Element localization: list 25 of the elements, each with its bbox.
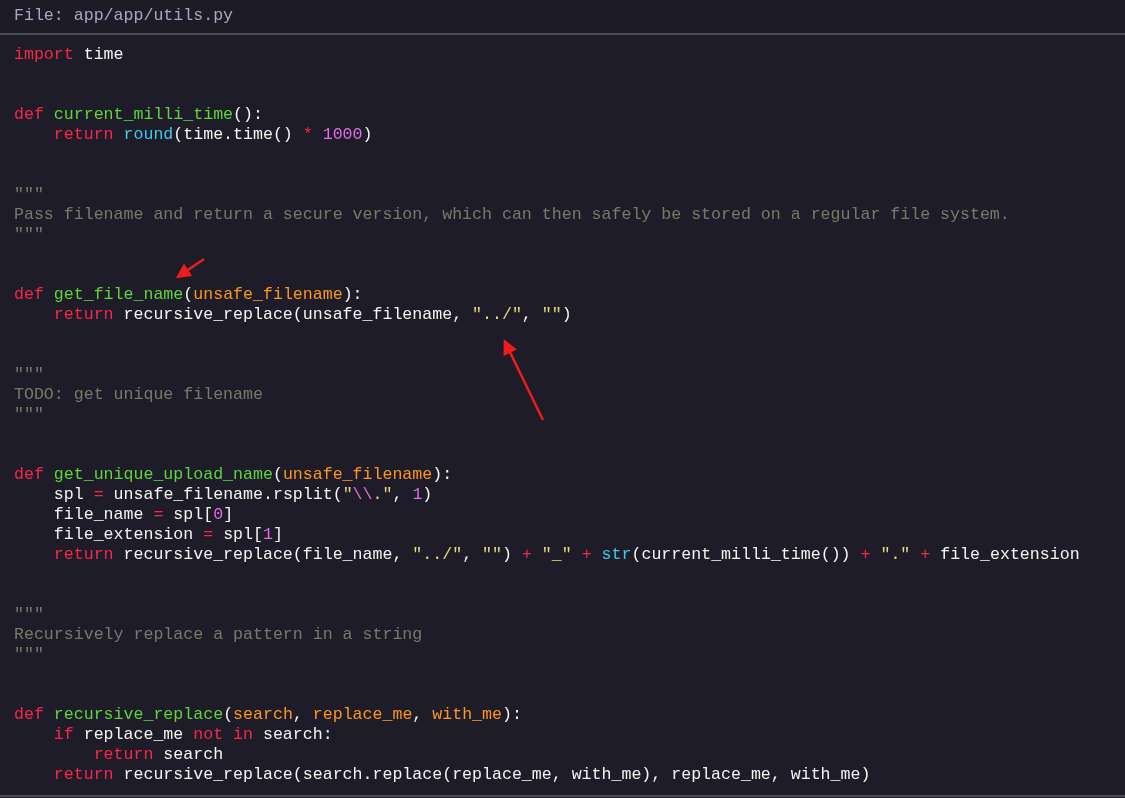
code-line: """ (14, 225, 44, 245)
file-path: File: app/app/utils.py (14, 6, 234, 25)
code-line: return recursive_replace(file_name, "../", "") + "_" + str(current_milli_time()) + "." + file_extension (53, 545, 1080, 565)
code-line: def current_milli_time(): (14, 105, 263, 125)
code-line: """ (14, 645, 44, 665)
code-line: """ (14, 605, 44, 625)
code-line: def recursive_replace(search, replace_me, with_me): (14, 705, 522, 725)
code-line: import time (14, 45, 124, 65)
code-line: def get_file_name(unsafe_filename): (14, 285, 363, 305)
code-line: def get_unique_upload_name(unsafe_filename): (14, 465, 453, 485)
code-line: """ (14, 405, 44, 425)
annotation-arrow (175, 257, 205, 279)
code-line: Recursively replace a pattern in a string (14, 625, 423, 645)
code-line: file_name = spl[0] (53, 505, 234, 525)
code-line: """ (14, 365, 44, 385)
code-line: TODO: get unique filename (14, 385, 263, 405)
code-line: return recursive_replace(unsafe_filename, "../", "") (53, 305, 572, 325)
code-line: return recursive_replace(search.replace(replace_me, with_me), replace_me, with_me) (53, 765, 871, 785)
code-line: file_extension = spl[1] (53, 525, 283, 545)
code-line: Pass filename and return a secure version, which can then safely be stored on a regular file system. (14, 205, 1010, 225)
code-line: """ (14, 185, 44, 205)
code-line: spl = unsafe_filename.rsplit("\\.", 1) (53, 485, 433, 505)
code-line: return search (93, 745, 224, 765)
code-line: if replace_me not in search: (53, 725, 333, 745)
code-line: return round(time.time() * 1000) (53, 125, 373, 145)
